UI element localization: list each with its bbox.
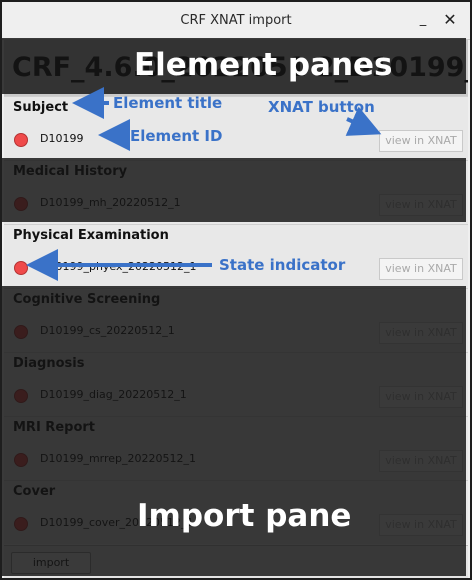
state-indicator-icon: [14, 261, 28, 275]
element-pane-cognitive-screening: Cognitive Screening D10199_cs_20220512_1…: [4, 288, 468, 352]
element-id: D10199_mrrep_20220512_1: [40, 452, 197, 465]
annotation-state-indicator: State indicator: [219, 256, 346, 274]
element-id: D10199_mh_20220512_1: [40, 196, 181, 209]
close-button[interactable]: ✕: [440, 10, 460, 30]
annotation-element-title: Element title: [113, 94, 223, 112]
element-title: Physical Examination: [13, 228, 169, 243]
element-pane-diagnosis: Diagnosis D10199_diag_20220512_1 view in…: [4, 352, 468, 416]
view-in-xnat-button[interactable]: view in XNAT: [379, 194, 463, 216]
element-title: Cognitive Screening: [13, 292, 161, 307]
element-id: D10199: [40, 132, 84, 145]
element-title: Cover: [13, 484, 56, 499]
element-title: Medical History: [13, 164, 128, 179]
state-indicator-icon: [14, 197, 28, 211]
state-indicator-icon: [14, 325, 28, 339]
view-in-xnat-button[interactable]: view in XNAT: [379, 450, 463, 472]
minimize-button[interactable]: _: [413, 10, 433, 30]
element-id: D10199_diag_20220512_1: [40, 388, 187, 401]
view-in-xnat-button[interactable]: view in XNAT: [379, 258, 463, 280]
annotation-element-panes: Element panes: [134, 47, 393, 83]
window-title: CRF XNAT import: [180, 13, 292, 28]
view-in-xnat-button[interactable]: view in XNAT: [379, 130, 463, 152]
element-id: D10199_phyex_20220512_1: [40, 260, 197, 273]
element-title: Subject: [13, 100, 69, 115]
state-indicator-icon: [14, 453, 28, 467]
view-in-xnat-button[interactable]: view in XNAT: [379, 386, 463, 408]
element-title: MRI Report: [13, 420, 95, 435]
element-pane-mri-report: MRI Report D10199_mrrep_20220512_1 view …: [4, 416, 468, 480]
state-indicator-icon: [14, 133, 28, 147]
import-pane: import: [4, 545, 468, 578]
element-pane-medical-history: Medical History D10199_mh_20220512_1 vie…: [4, 160, 468, 224]
title-bar: CRF XNAT import _ ✕: [2, 2, 470, 40]
element-title: Diagnosis: [13, 356, 85, 371]
crf-xnat-import-window: CRF XNAT import _ ✕ CRF_4.6.0_2022051 2_…: [0, 0, 472, 580]
view-in-xnat-button[interactable]: view in XNAT: [379, 514, 463, 536]
view-in-xnat-button[interactable]: view in XNAT: [379, 322, 463, 344]
state-indicator-icon: [14, 517, 28, 531]
annotation-xnat-button: XNAT button: [268, 98, 375, 116]
element-id: D10199_cs_20220512_1: [40, 324, 175, 337]
import-button[interactable]: import: [11, 552, 91, 574]
state-indicator-icon: [14, 389, 28, 403]
annotation-import-pane: Import pane: [137, 498, 352, 534]
element-pane-subject: Subject D10199 view in XNAT: [4, 96, 468, 160]
annotation-element-id: Element ID: [130, 127, 223, 145]
